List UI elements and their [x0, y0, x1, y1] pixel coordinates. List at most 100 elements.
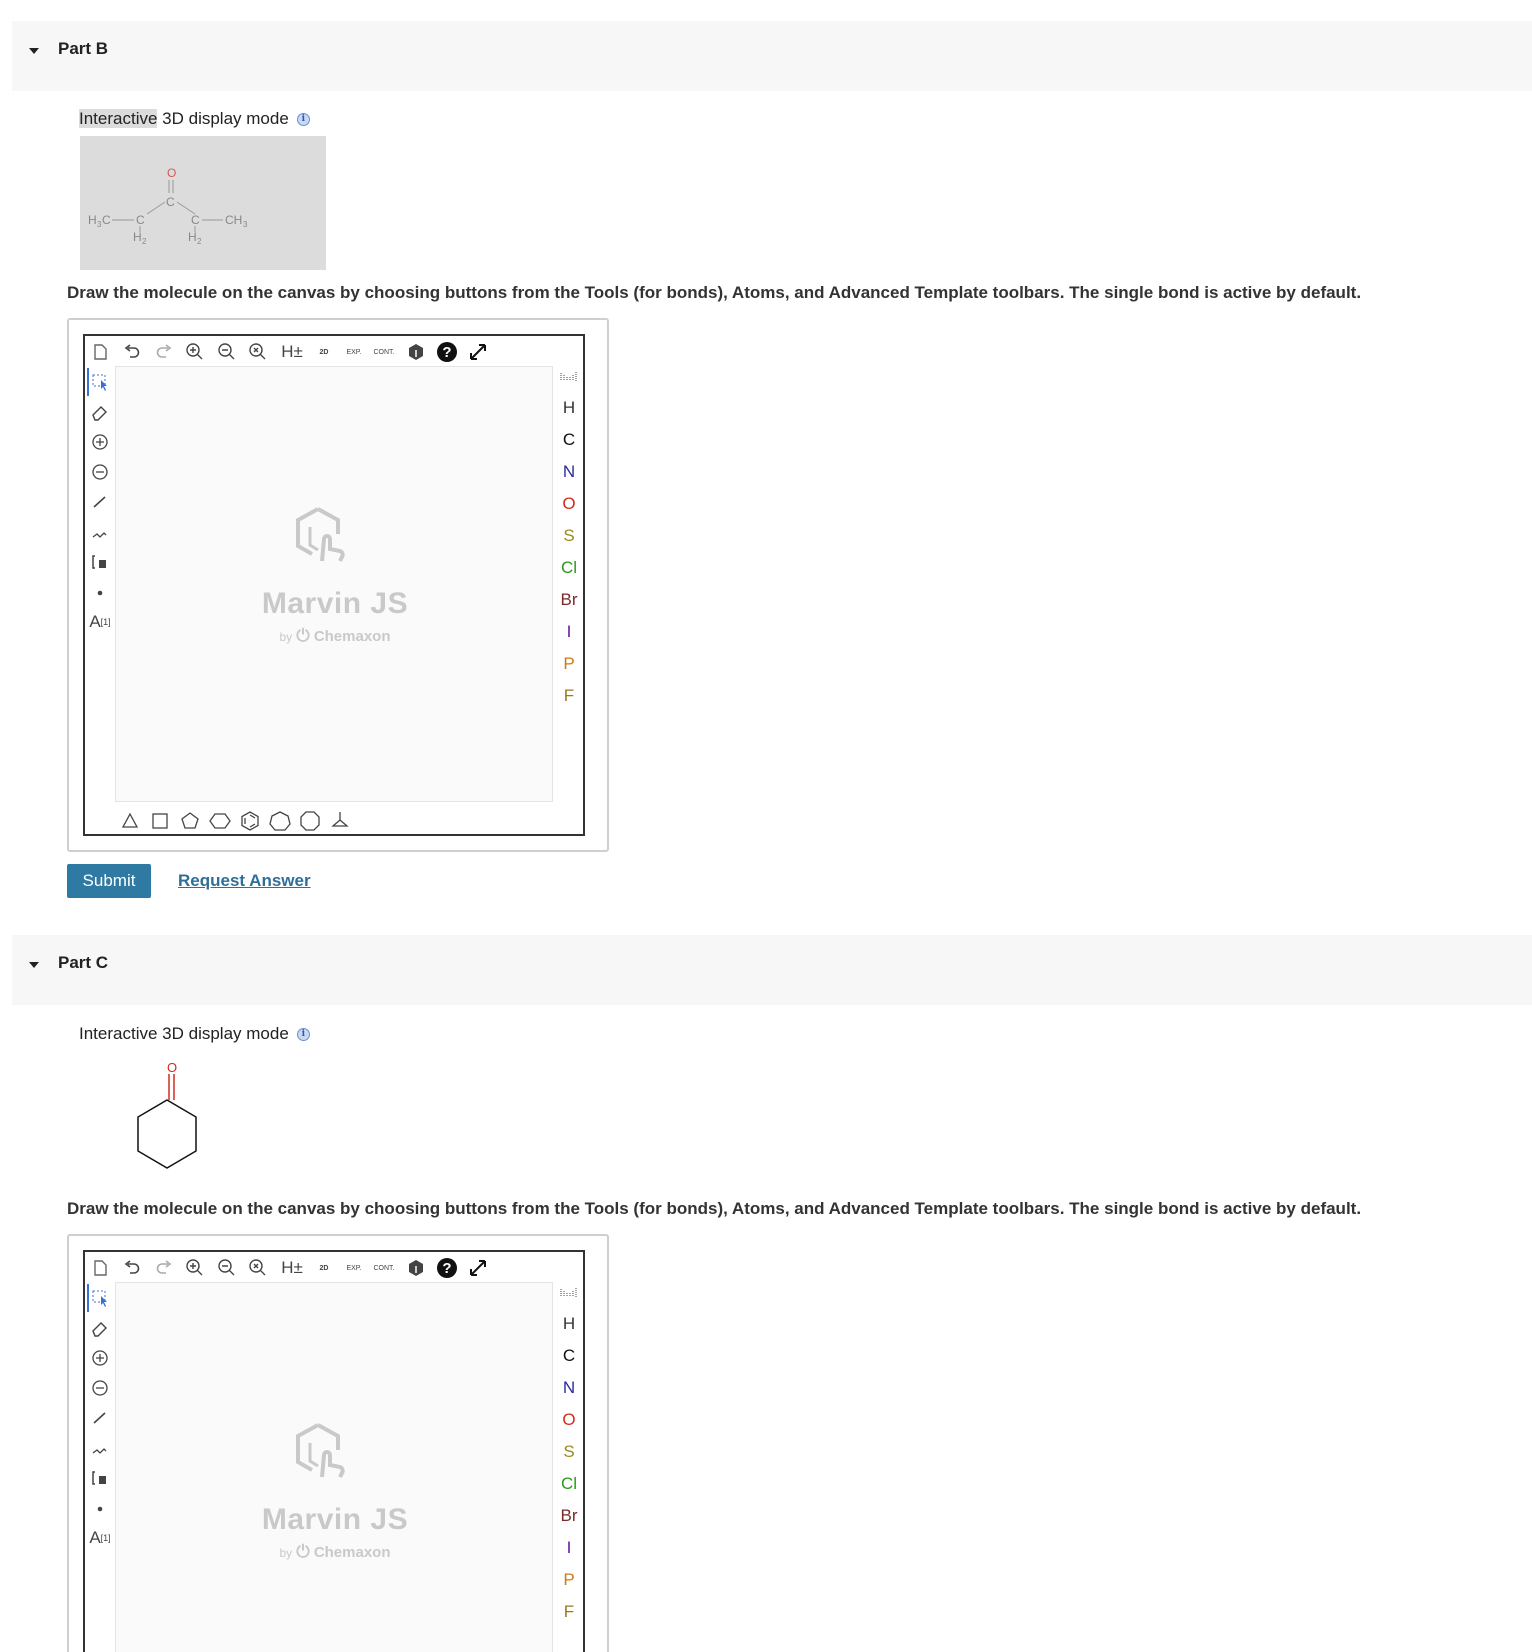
molecule-c-image: O	[130, 1054, 210, 1172]
decrease-charge-icon[interactable]	[87, 458, 113, 486]
molecule-b-image: O C H 3 C C H 2 C H 2 CH 3	[80, 136, 326, 270]
atom-button-cl[interactable]: Cl	[555, 1472, 583, 1496]
cyclopropane-icon[interactable]	[117, 808, 143, 834]
svg-text:H: H	[188, 230, 197, 244]
benzene-icon[interactable]	[237, 808, 263, 834]
atom-button-i[interactable]: I	[555, 620, 583, 644]
contract-group-icon[interactable]: CONT.	[369, 1255, 399, 1281]
svg-text:H: H	[88, 213, 97, 227]
new-document-icon[interactable]	[87, 1255, 113, 1281]
3d-view-icon[interactable]	[403, 339, 429, 365]
zoom-out-icon[interactable]	[214, 339, 240, 365]
help-icon[interactable]: ?	[434, 1255, 460, 1281]
undo-icon[interactable]	[119, 339, 145, 365]
svg-text:C: C	[166, 195, 175, 209]
part-b-header[interactable]: Part B	[12, 21, 1532, 91]
redo-icon[interactable]	[151, 1255, 177, 1281]
svg-text:?: ?	[442, 1260, 451, 1277]
fullscreen-icon[interactable]	[465, 339, 491, 365]
atom-button-c[interactable]: C	[555, 428, 583, 452]
clean-2d-icon[interactable]: 2D	[311, 339, 337, 365]
display-mode-label: 3D display mode	[157, 1024, 289, 1043]
display-mode-label: 3D display mode	[157, 109, 289, 128]
template-library-icon[interactable]	[327, 808, 353, 834]
interactive-mode-link[interactable]: Interactive	[79, 109, 158, 128]
zoom-fit-icon[interactable]	[245, 1255, 271, 1281]
marvin-watermark: Marvin JS by ⏻ Chemaxon	[116, 367, 554, 803]
radical-dot-icon[interactable]	[87, 1494, 113, 1522]
atom-button-n[interactable]: N	[555, 460, 583, 484]
zoom-fit-icon[interactable]	[245, 339, 271, 365]
hydrogen-toggle-icon[interactable]: H±	[277, 339, 307, 365]
periodic-table-icon[interactable]	[555, 1282, 583, 1306]
cyclooctane-icon[interactable]	[297, 808, 323, 834]
request-answer-link[interactable]: Request Answer	[178, 871, 311, 891]
atom-button-n[interactable]: N	[555, 1376, 583, 1400]
selection-tool-icon[interactable]	[87, 368, 113, 396]
butanone-structure: O C H 3 C C H 2 C H 2 CH 3	[88, 166, 248, 246]
atom-button-s[interactable]: S	[555, 524, 583, 548]
increase-charge-icon[interactable]	[87, 1344, 113, 1372]
atom-button-o[interactable]: O	[555, 492, 583, 516]
watermark-subtitle: by ⏻ Chemaxon	[279, 626, 391, 645]
atom-button-c[interactable]: C	[555, 1344, 583, 1368]
radical-dot-icon[interactable]	[87, 578, 113, 606]
atom-button-s[interactable]: S	[555, 1440, 583, 1464]
atom-button-o[interactable]: O	[555, 1408, 583, 1432]
atom-button-br[interactable]: Br	[555, 588, 583, 612]
eraser-icon[interactable]	[87, 1314, 113, 1342]
new-document-icon[interactable]	[87, 339, 113, 365]
zoom-in-icon[interactable]	[182, 339, 208, 365]
cycloheptane-icon[interactable]	[267, 808, 293, 834]
info-icon[interactable]: i	[296, 113, 310, 126]
atom-button-h[interactable]: H	[555, 396, 583, 420]
atom-button-i[interactable]: I	[555, 1536, 583, 1560]
hydrogen-toggle-icon[interactable]: H±	[277, 1255, 307, 1281]
atom-button-cl[interactable]: Cl	[555, 556, 583, 580]
marvin-watermark: Marvin JS by ⏻ Chemaxon	[116, 1283, 554, 1652]
atom-button-br[interactable]: Br	[555, 1504, 583, 1528]
svg-text:2: 2	[197, 237, 202, 246]
drawing-canvas[interactable]: Marvin JS by ⏻ Chemaxon	[115, 1282, 553, 1652]
zoom-out-icon[interactable]	[214, 1255, 240, 1281]
3d-view-icon[interactable]	[403, 1255, 429, 1281]
fullscreen-icon[interactable]	[465, 1255, 491, 1281]
sgroup-bracket-icon[interactable]	[87, 548, 113, 576]
submit-button[interactable]: Submit	[67, 864, 151, 898]
atom-map-icon[interactable]: A [1]	[87, 1524, 113, 1552]
drawing-canvas[interactable]: Marvin JS by ⏻ Chemaxon	[115, 366, 553, 802]
redo-icon[interactable]	[151, 339, 177, 365]
eraser-icon[interactable]	[87, 398, 113, 426]
contract-group-icon[interactable]: CONT.	[369, 339, 399, 365]
expand-group-icon[interactable]: EXP.	[341, 339, 367, 365]
interactive-mode-link[interactable]: Interactive	[79, 1024, 157, 1043]
atom-button-p[interactable]: P	[555, 652, 583, 676]
cyclopentane-icon[interactable]	[177, 808, 203, 834]
atom-button-p[interactable]: P	[555, 1568, 583, 1592]
help-icon[interactable]: ?	[434, 339, 460, 365]
selection-tool-icon[interactable]	[87, 1284, 113, 1312]
cyclohexane-icon[interactable]	[207, 808, 233, 834]
clean-2d-icon[interactable]: 2D	[311, 1255, 337, 1281]
chain-tool-icon[interactable]	[87, 518, 113, 546]
expand-group-icon[interactable]: EXP.	[341, 1255, 367, 1281]
increase-charge-icon[interactable]	[87, 428, 113, 456]
atom-button-f[interactable]: F	[555, 1600, 583, 1624]
svg-text:H: H	[133, 230, 142, 244]
collapse-caret-icon[interactable]	[29, 48, 39, 54]
cyclobutane-icon[interactable]	[147, 808, 173, 834]
periodic-table-icon[interactable]	[555, 366, 583, 390]
collapse-caret-icon[interactable]	[29, 962, 39, 968]
chain-tool-icon[interactable]	[87, 1434, 113, 1462]
single-bond-icon[interactable]	[87, 488, 113, 516]
decrease-charge-icon[interactable]	[87, 1374, 113, 1402]
undo-icon[interactable]	[119, 1255, 145, 1281]
info-icon[interactable]: i	[296, 1028, 310, 1041]
atom-map-icon[interactable]: A [1]	[87, 608, 113, 636]
zoom-in-icon[interactable]	[182, 1255, 208, 1281]
single-bond-icon[interactable]	[87, 1404, 113, 1432]
atom-button-h[interactable]: H	[555, 1312, 583, 1336]
atom-button-f[interactable]: F	[555, 684, 583, 708]
sgroup-bracket-icon[interactable]	[87, 1464, 113, 1492]
part-c-header[interactable]: Part C	[12, 935, 1532, 1005]
